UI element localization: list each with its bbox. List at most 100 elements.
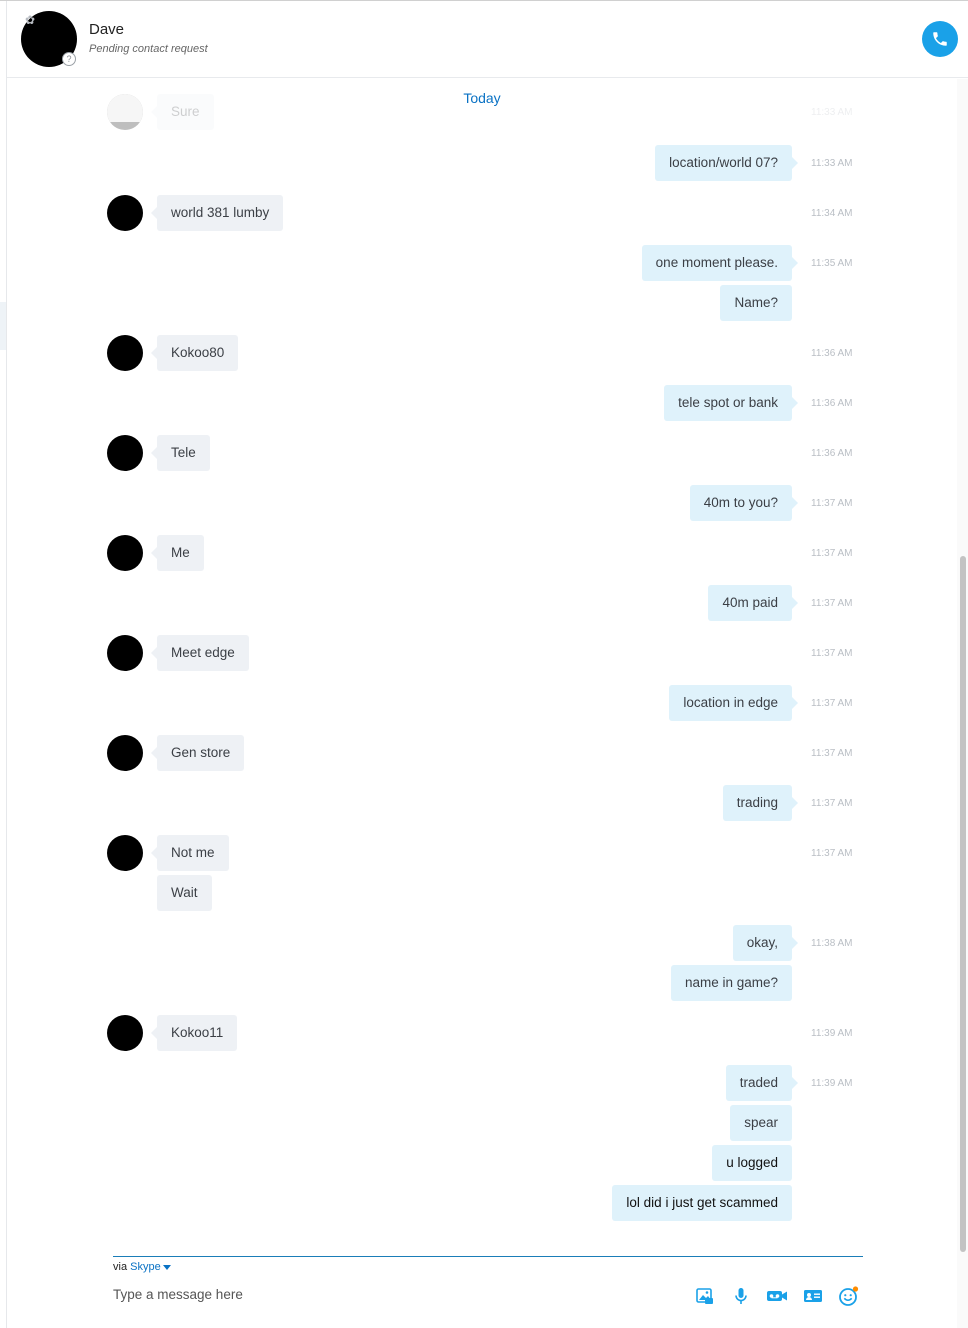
message-time: 11:37 AM [811, 648, 853, 659]
message-bubble[interactable]: tele spot or bank [664, 385, 798, 421]
message-row: Wait [7, 875, 957, 911]
message-row: Kokoo80 11:36 AM [7, 335, 957, 371]
avatar[interactable] [107, 1015, 143, 1051]
message-time: 11:37 AM [811, 748, 853, 759]
message-row: Me 11:37 AM [7, 535, 957, 571]
message-bubble[interactable]: lol did i just get scammed [612, 1185, 792, 1221]
video-message-button[interactable] [766, 1285, 788, 1307]
message-row: trading 11:37 AM [7, 785, 957, 821]
avatar[interactable] [107, 335, 143, 371]
message-list[interactable]: Sure 11:33 AM Today location/world 07? 1… [7, 79, 957, 1249]
message-time: 11:36 AM [811, 448, 853, 459]
message-row: Tele 11:36 AM [7, 435, 957, 471]
message-row: tele spot or bank 11:36 AM [7, 385, 957, 421]
message-row: Meet edge 11:37 AM [7, 635, 957, 671]
contact-name[interactable]: Dave [89, 21, 124, 38]
avatar[interactable] [107, 535, 143, 571]
message-input[interactable] [113, 1283, 673, 1305]
date-divider: Today [463, 90, 501, 106]
message-bubble[interactable]: Name? [720, 285, 792, 321]
message-bubble[interactable]: trading [722, 785, 799, 821]
emoticon-icon [839, 1286, 859, 1306]
voice-message-button[interactable] [730, 1285, 752, 1307]
message-time: 11:37 AM [811, 698, 853, 709]
message-bubble[interactable]: u logged [712, 1145, 792, 1181]
emoticons-button[interactable] [838, 1285, 860, 1307]
message-bubble[interactable]: location in edge [669, 685, 798, 721]
contact-status: Pending contact request [89, 43, 208, 55]
avatar[interactable] [107, 735, 143, 771]
via-selector[interactable]: via Skype [113, 1261, 171, 1273]
message-bubble[interactable]: world 381 lumby [150, 195, 284, 231]
notification-dot [852, 1286, 859, 1292]
message-time: 11:37 AM [811, 848, 853, 859]
message-time: 11:37 AM [811, 548, 853, 559]
message-row: 40m paid 11:37 AM [7, 585, 957, 621]
message-row: Not me 11:37 AM [7, 835, 957, 871]
message-row: location/world 07? 11:33 AM [7, 145, 957, 181]
avatar[interactable] [107, 635, 143, 671]
message-time: 11:38 AM [811, 938, 853, 949]
message-row: u logged [7, 1145, 957, 1181]
message-bubble[interactable]: Gen store [150, 735, 245, 771]
send-contact-button[interactable] [802, 1285, 824, 1307]
message-row: traded 11:39 AM [7, 1065, 957, 1101]
message-bubble[interactable]: okay, [732, 925, 799, 961]
phone-icon [933, 32, 947, 46]
via-label: via [113, 1261, 128, 1273]
message-bubble[interactable]: Not me [151, 835, 229, 871]
message-composer: via Skype [113, 1256, 863, 1328]
message-bubble[interactable]: 40m paid [708, 585, 798, 621]
conversation-header: ✿ ? Dave Pending contact request [7, 1, 968, 78]
message-bubble[interactable]: one moment please. [641, 245, 799, 281]
avatar[interactable] [107, 195, 143, 231]
message-bubble[interactable]: Me [151, 535, 204, 571]
message-row: name in game? [7, 965, 957, 1001]
message-row: okay, 11:38 AM [7, 925, 957, 961]
sidebar-edge-highlight [0, 302, 6, 350]
message-bubble[interactable]: Wait [157, 875, 212, 911]
video-message-icon [767, 1291, 787, 1301]
message-row: lol did i just get scammed [7, 1185, 957, 1221]
message-bubble[interactable]: Kokoo11 [150, 1015, 238, 1051]
avatar[interactable] [107, 435, 143, 471]
message-time: 11:39 AM [811, 1028, 853, 1039]
message-time: 11:36 AM [811, 398, 853, 409]
message-time: 11:33 AM [811, 107, 853, 118]
message-row: location in edge 11:37 AM [7, 685, 957, 721]
audio-call-button[interactable] [922, 21, 958, 57]
message-bubble[interactable]: 40m to you? [689, 485, 799, 521]
message-time: 11:34 AM [811, 208, 853, 219]
contact-card-icon [804, 1290, 822, 1302]
message-row: 40m to you? 11:37 AM [7, 485, 957, 521]
message-row: Gen store 11:37 AM [7, 735, 957, 771]
message-time: 11:36 AM [811, 348, 853, 359]
message-row: Name? [7, 285, 957, 321]
microphone-icon [735, 1288, 747, 1304]
presence-unknown-icon: ? [62, 52, 76, 66]
message-row: world 381 lumby 11:34 AM [7, 195, 957, 231]
send-image-button[interactable] [694, 1285, 716, 1307]
skype-chat-window: ✿ ? Dave Pending contact request Sure 11… [0, 0, 968, 1328]
message-time: 11:37 AM [811, 498, 853, 509]
message-time: 11:35 AM [811, 258, 853, 269]
message-bubble[interactable]: spear [730, 1105, 792, 1141]
via-service[interactable]: Skype [130, 1261, 161, 1273]
favorite-icon[interactable]: ✿ [23, 13, 37, 27]
message-bubble[interactable]: location/world 07? [655, 145, 798, 181]
chevron-down-icon[interactable] [162, 1264, 171, 1270]
message-bubble[interactable]: Kokoo80 [150, 335, 239, 371]
image-icon [696, 1288, 713, 1304]
message-bubble[interactable]: traded [725, 1065, 799, 1101]
message-row: one moment please. 11:35 AM [7, 245, 957, 281]
message-row: spear [7, 1105, 957, 1141]
avatar[interactable] [107, 835, 143, 871]
scrollbar-thumb[interactable] [960, 556, 966, 1252]
message-time: 11:37 AM [811, 798, 853, 809]
message-time: 11:33 AM [811, 158, 853, 169]
message-bubble[interactable]: Meet edge [151, 635, 249, 671]
message-time: 11:39 AM [811, 1078, 853, 1089]
message-bubble[interactable]: Tele [151, 435, 210, 471]
message-time: 11:37 AM [811, 598, 853, 609]
message-bubble[interactable]: name in game? [670, 965, 792, 1001]
